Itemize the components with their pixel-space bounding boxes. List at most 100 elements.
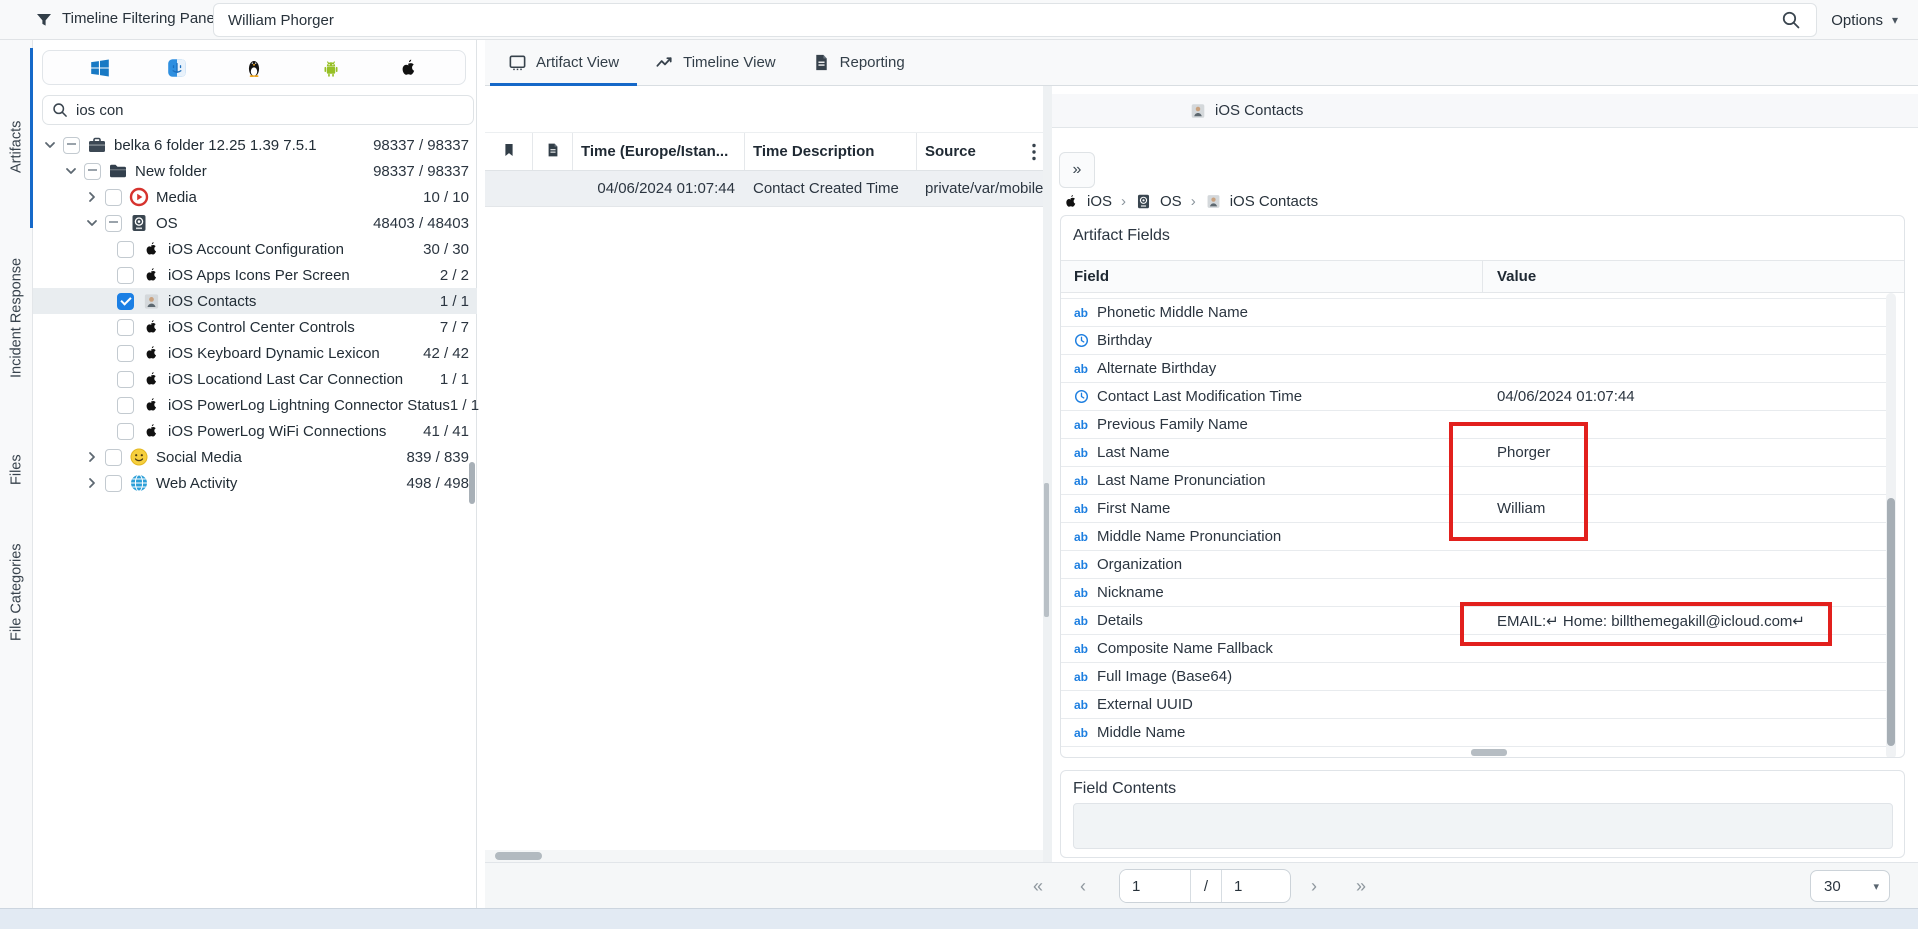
result-row-selected[interactable]: 04/06/2024 01:07:44 Contact Created Time… (485, 171, 1043, 207)
clock-type-icon (1074, 389, 1094, 404)
field-row[interactable]: ab Previous Family Name (1061, 411, 1894, 439)
chevron-right-icon[interactable] (83, 188, 101, 206)
results-scrollbar-thumb[interactable] (1044, 483, 1049, 617)
tab-label: Timeline View (683, 54, 776, 71)
chevron-right-icon[interactable] (83, 448, 101, 466)
artifact-search (42, 95, 474, 125)
last-page-button[interactable]: » (1350, 863, 1372, 909)
field-row[interactable]: ab Last Name Phorger (1061, 439, 1894, 467)
tree-row-web-activity[interactable]: Web Activity 498 / 498 (33, 470, 477, 496)
chevron-down-icon[interactable] (62, 162, 80, 180)
app-window: Timeline Filtering Panel Options ▾ Artif… (0, 0, 1918, 929)
linux-icon[interactable] (243, 57, 265, 79)
field-row[interactable]: ab Full Image (Base64) (1061, 663, 1894, 691)
tree-row-case[interactable]: belka 6 folder 12.25 1.39 7.5.1 98337 / … (33, 132, 477, 158)
first-page-button[interactable]: « (1027, 863, 1049, 909)
checkbox-checked[interactable] (117, 293, 134, 310)
collapse-panel-button[interactable]: » (1059, 152, 1095, 188)
tab-reporting[interactable]: Reporting (794, 40, 923, 85)
chevron-down-icon[interactable] (83, 214, 101, 232)
field-contents-input[interactable] (1073, 803, 1893, 849)
tree-row-folder[interactable]: New folder 98337 / 98337 (33, 158, 477, 184)
checkbox-unchecked[interactable] (117, 319, 134, 336)
tree-row-ios-contacts[interactable]: iOS Contacts 1 / 1 (33, 288, 477, 314)
field-column-header[interactable]: Field (1061, 261, 1483, 292)
apple-icon (141, 343, 161, 363)
tab-timeline-view[interactable]: Timeline View (637, 40, 794, 85)
tree-row-media[interactable]: Media 10 / 10 (33, 184, 477, 210)
scrollbar-thumb[interactable] (495, 852, 542, 860)
windows-icon[interactable] (89, 57, 111, 79)
tree-row-os[interactable]: OS 48403 / 48403 (33, 210, 477, 236)
page-size-select[interactable]: 30 ▾ (1810, 870, 1890, 902)
field-row[interactable]: ab First Name William (1061, 495, 1894, 523)
breadcrumb-item-ios-contacts[interactable]: iOS Contacts (1205, 193, 1318, 211)
field-row[interactable]: ab Composite Name Fallback (1061, 635, 1894, 663)
breadcrumb-item-os[interactable]: OS (1135, 193, 1182, 211)
fields-scrollbar-thumb[interactable] (1887, 498, 1895, 746)
tree-row-ios-apps-icons[interactable]: iOS Apps Icons Per Screen 2 / 2 (33, 262, 477, 288)
checkbox-indeterminate[interactable] (105, 215, 122, 232)
tab-artifact-view[interactable]: Artifact View (490, 40, 637, 85)
android-icon[interactable] (320, 57, 342, 79)
chevron-right-icon[interactable] (83, 474, 101, 492)
search-icon[interactable] (1780, 9, 1802, 31)
value-column-header[interactable]: Value (1483, 261, 1905, 292)
tree-row-ios-account-configuration[interactable]: iOS Account Configuration 30 / 30 (33, 236, 477, 262)
checkbox-indeterminate[interactable] (63, 137, 80, 154)
bookmark-column-header[interactable] (485, 133, 533, 170)
field-row-details[interactable]: ab Details EMAIL:↵ Home: billthemegakill… (1061, 607, 1894, 635)
sidebar-tab-artifacts[interactable]: Artifacts (0, 77, 33, 217)
page-number-input[interactable] (1120, 870, 1190, 902)
page-separator: / (1190, 870, 1222, 902)
field-row[interactable]: ab Phonetic Middle Name (1061, 299, 1894, 327)
breadcrumb-item-ios[interactable]: iOS (1062, 193, 1112, 211)
sidebar-tab-incident-response[interactable]: Incident Response (0, 214, 33, 422)
checkbox-indeterminate[interactable] (84, 163, 101, 180)
tree-row-label: iOS Contacts (168, 293, 256, 310)
field-row[interactable]: ab Last Name Pronunciation (1061, 467, 1894, 495)
source-column-header[interactable]: Source (917, 133, 1043, 170)
macos-icon[interactable] (166, 57, 188, 79)
checkbox-unchecked[interactable] (105, 475, 122, 492)
fields-hscrollbar-thumb[interactable] (1471, 749, 1507, 756)
field-row[interactable]: ab Middle Name (1061, 719, 1894, 747)
options-button[interactable]: Options ▾ (1825, 0, 1904, 40)
checkbox-unchecked[interactable] (105, 449, 122, 466)
sidebar-tab-files[interactable]: Files (0, 445, 33, 495)
previous-page-button[interactable]: ‹ (1074, 863, 1092, 909)
field-row[interactable]: ab Alternate Birthday (1061, 355, 1894, 383)
column-menu-icon[interactable] (1027, 132, 1041, 171)
checkbox-unchecked[interactable] (117, 345, 134, 362)
field-row[interactable]: ab Middle Name Pronunciation (1061, 523, 1894, 551)
artifact-search-input[interactable] (76, 102, 465, 119)
sidebar-tab-file-categories[interactable]: File Categories (0, 512, 33, 672)
tree-row-ios-keyboard-lexicon[interactable]: iOS Keyboard Dynamic Lexicon 42 / 42 (33, 340, 477, 366)
apple-icon[interactable] (397, 57, 419, 79)
field-row[interactable]: ab Organization (1061, 551, 1894, 579)
global-search-input[interactable] (214, 12, 1780, 29)
tree-scrollbar-thumb[interactable] (469, 462, 475, 504)
checkbox-unchecked[interactable] (117, 423, 134, 440)
tree-row-social-media[interactable]: Social Media 839 / 839 (33, 444, 477, 470)
tree-row-label: OS (156, 215, 178, 232)
checkbox-unchecked[interactable] (117, 241, 134, 258)
next-page-button[interactable]: › (1305, 863, 1323, 909)
checkbox-unchecked[interactable] (105, 189, 122, 206)
file-column-header[interactable] (533, 133, 573, 170)
chevron-down-icon[interactable] (41, 136, 59, 154)
tree-row-label: iOS Locationd Last Car Connection (168, 371, 403, 388)
tree-row-ios-locationd[interactable]: iOS Locationd Last Car Connection 1 / 1 (33, 366, 477, 392)
checkbox-unchecked[interactable] (117, 397, 134, 414)
time-column-header[interactable]: Time (Europe/Istan... (573, 133, 745, 170)
checkbox-unchecked[interactable] (117, 267, 134, 284)
field-row[interactable]: Birthday (1061, 327, 1894, 355)
tree-row-ios-control-center[interactable]: iOS Control Center Controls 7 / 7 (33, 314, 477, 340)
tree-row-ios-powerlog-lightning[interactable]: iOS PowerLog Lightning Connector Status … (33, 392, 477, 418)
tree-row-ios-powerlog-wifi[interactable]: iOS PowerLog WiFi Connections 41 / 41 (33, 418, 477, 444)
field-row[interactable]: Contact Last Modification Time 04/06/202… (1061, 383, 1894, 411)
field-row[interactable]: ab External UUID (1061, 691, 1894, 719)
checkbox-unchecked[interactable] (117, 371, 134, 388)
field-row[interactable]: ab Nickname (1061, 579, 1894, 607)
time-description-column-header[interactable]: Time Description (745, 133, 917, 170)
